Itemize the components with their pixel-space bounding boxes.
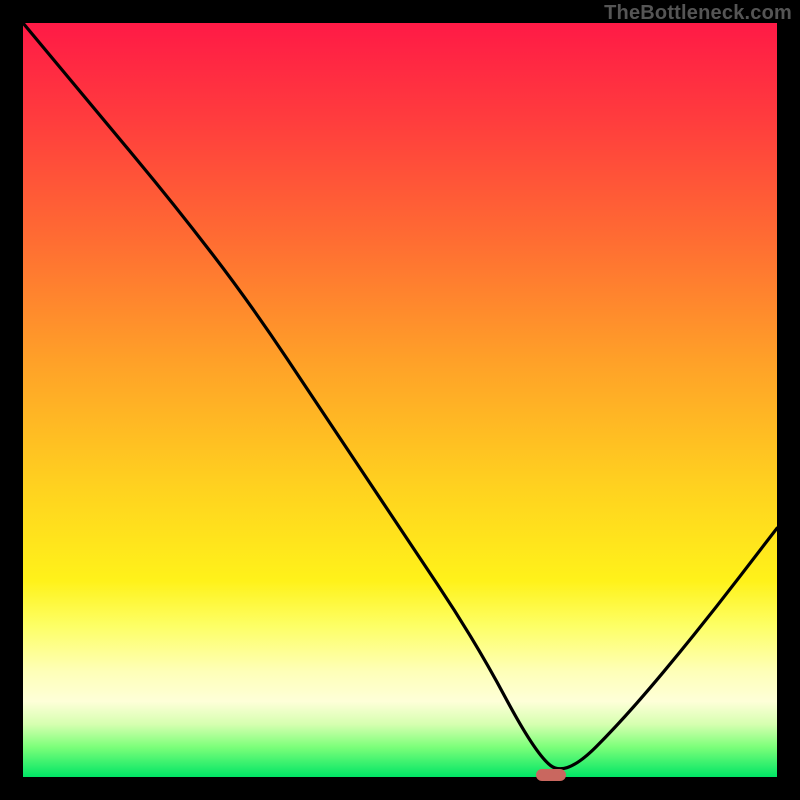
plot-area <box>23 23 777 777</box>
bottleneck-curve <box>23 23 777 777</box>
chart-frame: TheBottleneck.com <box>0 0 800 800</box>
watermark-text: TheBottleneck.com <box>604 2 792 25</box>
optimal-marker <box>536 769 566 781</box>
